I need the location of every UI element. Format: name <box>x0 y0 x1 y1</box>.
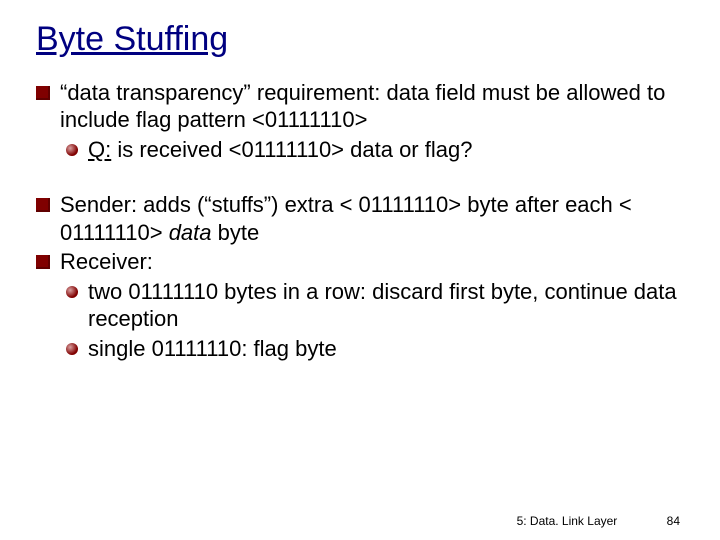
sender-em: data <box>169 220 212 245</box>
sub-receiver-1: two 01111110 bytes in a row: discard fir… <box>66 278 684 333</box>
bullet-sender-text: Sender: adds (“stuffs”) extra < 01111110… <box>60 191 684 246</box>
sub-question-text: Q: is received <01111110> data or flag? <box>88 136 684 164</box>
sub-receiver-2: single 01111110: flag byte <box>66 335 684 363</box>
q-label: Q: <box>88 137 111 162</box>
circle-bullet-icon <box>66 343 78 355</box>
bullet-sender: Sender: adds (“stuffs”) extra < 01111110… <box>36 191 684 246</box>
sub-question: Q: is received <01111110> data or flag? <box>66 136 684 164</box>
sub-receiver-2-text: single 01111110: flag byte <box>88 335 684 363</box>
bullet-receiver-text: Receiver: <box>60 248 684 276</box>
circle-bullet-icon <box>66 144 78 156</box>
q-rest: is received <01111110> data or flag? <box>111 137 472 162</box>
square-bullet-icon <box>36 86 50 100</box>
sub-receiver-1-text: two 01111110 bytes in a row: discard fir… <box>88 278 684 333</box>
square-bullet-icon <box>36 198 50 212</box>
block-transparency: “data transparency” requirement: data fi… <box>36 79 684 164</box>
block-sender-receiver: Sender: adds (“stuffs”) extra < 01111110… <box>36 191 684 362</box>
bullet-transparency: “data transparency” requirement: data fi… <box>36 79 684 134</box>
footer-page-number: 84 <box>667 514 680 528</box>
footer: 5: Data. Link Layer 84 <box>517 514 680 528</box>
slide: Byte Stuffing “data transparency” requir… <box>0 0 720 540</box>
bullet-receiver: Receiver: <box>36 248 684 276</box>
slide-title: Byte Stuffing <box>36 18 684 61</box>
sender-pre: Sender: adds (“stuffs”) extra < 01111110… <box>60 192 632 245</box>
square-bullet-icon <box>36 255 50 269</box>
footer-section: 5: Data. Link Layer <box>517 514 618 528</box>
sender-post: byte <box>212 220 260 245</box>
bullet-transparency-text: “data transparency” requirement: data fi… <box>60 79 684 134</box>
circle-bullet-icon <box>66 286 78 298</box>
